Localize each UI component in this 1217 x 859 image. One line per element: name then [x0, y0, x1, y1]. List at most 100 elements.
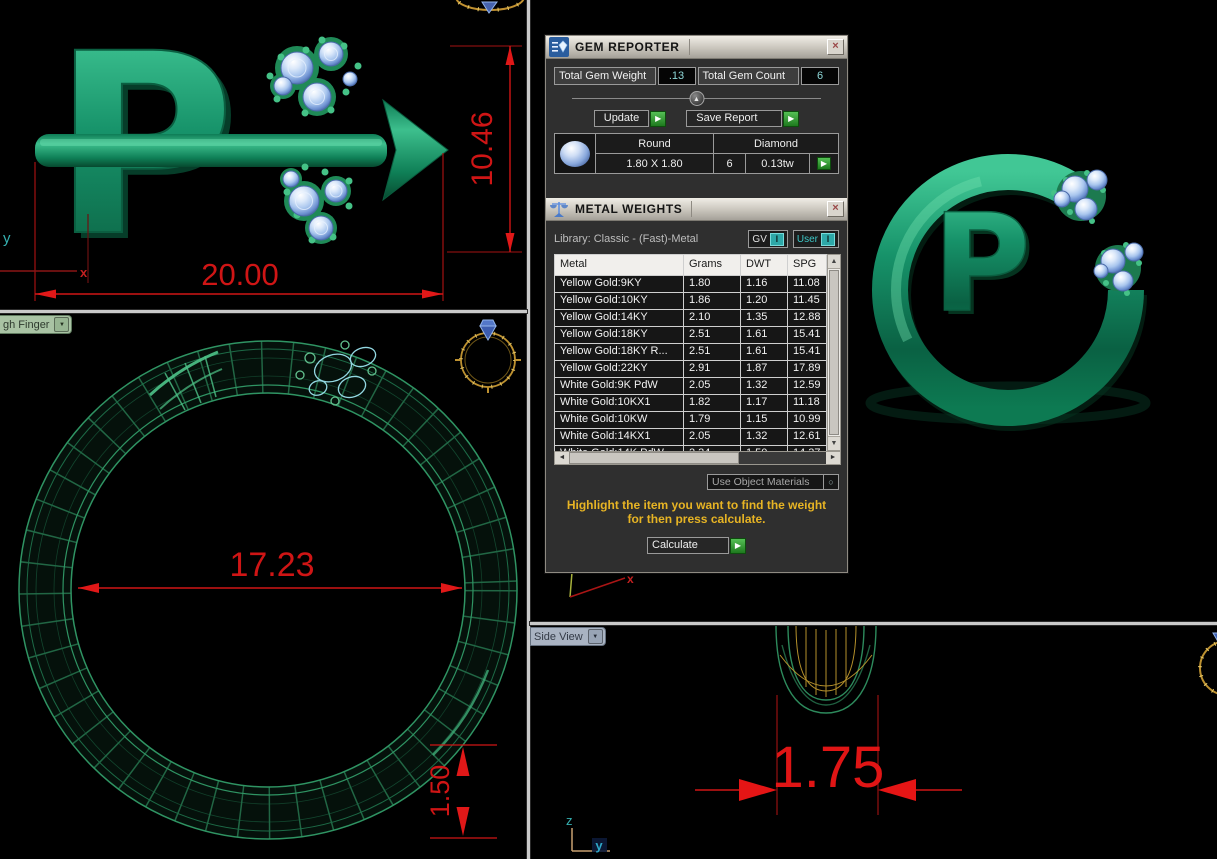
view-selector-through-finger[interactable]: gh Finger ▼ — [0, 315, 73, 334]
ring-render: P P — [865, 154, 1151, 431]
gv-toggle-button[interactable]: GV I — [748, 230, 788, 248]
calculate-button[interactable]: Calculate — [647, 537, 729, 554]
svg-text:x: x — [627, 572, 634, 586]
gem-summary-table: Round Diamond 1.80 X 1.80 6 0.13tw ▶ — [554, 133, 839, 174]
round-gem-icon — [560, 140, 590, 167]
gem-weight-cell: 0.13tw — [746, 154, 810, 173]
user-label: User — [796, 233, 818, 245]
collapse-row: ▲ — [554, 91, 839, 107]
svg-text:x: x — [80, 265, 88, 280]
axis-gizmo: z y — [566, 813, 610, 853]
calculate-run-icon[interactable]: ▶ — [730, 537, 746, 554]
view-selector-label: gh Finger — [3, 318, 50, 331]
metal-weights-icon — [549, 199, 569, 219]
dim-width-value: 20.00 — [201, 257, 279, 292]
metal-table: Metal Grams DWT SPG Yellow Gold:9KY 1.80 1… — [554, 254, 827, 463]
dim-side-width-value: 1.75 — [772, 735, 885, 800]
table-row[interactable]: White Gold:10KW 1.79 1.15 10.99 — [555, 411, 826, 428]
gem-reporter-buttons: Update ▶ Save Report ▶ — [554, 110, 839, 127]
scroll-down-icon[interactable]: ▼ — [828, 436, 840, 450]
instruction-line-1: Highlight the item you want to find the … — [566, 498, 827, 512]
view-selector-side-view[interactable]: Side View ▼ — [530, 627, 606, 646]
svg-text:P: P — [932, 185, 1031, 342]
vertical-scroll-thumb[interactable] — [829, 270, 839, 435]
scroll-right-icon[interactable]: ► — [826, 452, 840, 464]
table-row[interactable]: Yellow Gold:14KY 2.10 1.35 12.88 — [555, 309, 826, 326]
gv-indicator: I — [769, 232, 784, 246]
save-report-run-icon[interactable]: ▶ — [783, 110, 800, 127]
table-row[interactable]: Yellow Gold:22KY 2.91 1.87 17.89 — [555, 360, 826, 377]
gv-label: GV — [752, 233, 767, 245]
scroll-up-icon[interactable]: ▲ — [828, 255, 840, 269]
user-toggle-button[interactable]: User I — [792, 230, 839, 248]
gem-shape-header: Round — [596, 134, 714, 153]
dim-height-value: 10.46 — [466, 111, 499, 186]
scroll-left-icon[interactable]: ◄ — [555, 452, 569, 464]
header-grams: Grams — [684, 255, 741, 275]
dim-band-value: 1.50 — [425, 765, 455, 818]
total-gem-count-label: Total Gem Count — [697, 67, 799, 85]
horizontal-scroll-thumb[interactable] — [569, 452, 739, 464]
horizontal-scrollbar[interactable]: ◄ ► — [554, 451, 841, 465]
table-row[interactable]: White Gold:9K PdW 2.05 1.32 12.59 — [555, 377, 826, 394]
gem-reporter-titlebar[interactable]: GEM REPORTER × — [546, 36, 847, 59]
table-row[interactable]: Yellow Gold:18KY 2.51 1.61 15.41 — [555, 326, 826, 343]
use-object-materials-button[interactable]: Use Object Materials ○ — [707, 474, 839, 490]
table-row[interactable]: Yellow Gold:9KY 1.80 1.16 11.08 — [555, 275, 826, 292]
table-row[interactable]: White Gold:14KX1 2.05 1.32 12.61 — [555, 428, 826, 445]
gem-summary-grid: Round Diamond 1.80 X 1.80 6 0.13tw ▶ — [596, 134, 838, 173]
table-row[interactable]: Yellow Gold:18KY R... 2.51 1.61 15.41 — [555, 343, 826, 360]
gem-thumbnail[interactable] — [555, 134, 596, 173]
table-row[interactable]: Yellow Gold:10KY 1.86 1.20 11.45 — [555, 292, 826, 309]
collapse-panel-button[interactable]: ▲ — [689, 91, 704, 106]
gem-summary-row[interactable]: 1.80 X 1.80 6 0.13tw ▶ — [596, 154, 838, 173]
library-label: Library: Classic - (Fast)-Metal — [554, 233, 699, 245]
update-button[interactable]: Update — [593, 110, 650, 127]
calculate-row: Calculate ▶ — [554, 537, 839, 554]
metal-weights-titlebar[interactable]: METAL WEIGHTS × — [546, 198, 847, 221]
update-run-icon[interactable]: ▶ — [650, 110, 667, 127]
header-spg: SPG — [793, 258, 817, 270]
dimension-diameter: 17.23 — [78, 546, 462, 593]
save-report-button[interactable]: Save Report — [686, 110, 783, 127]
svg-text:z: z — [566, 813, 573, 828]
svg-text:y: y — [3, 230, 11, 247]
gem-row-action: ▶ — [810, 154, 838, 173]
gem-reporter-body: Total Gem Weight .13 Total Gem Count 6 ▲… — [546, 59, 847, 198]
viewport-divider-right[interactable] — [530, 622, 1217, 625]
viewport-divider-left[interactable] — [0, 310, 527, 313]
viewport-top-down[interactable]: P P 20.00 10.46 y x — [0, 0, 527, 310]
ring-size-icon-partial — [454, 0, 526, 14]
total-gem-count-value: 6 — [801, 67, 839, 85]
reporter-panel: GEM REPORTER × Total Gem Weight .13 Tota… — [545, 35, 848, 573]
vertical-scrollbar[interactable]: ▲ ▼ — [827, 254, 841, 451]
chevron-down-icon[interactable]: ▼ — [54, 317, 70, 332]
gem-row-run-icon[interactable]: ▶ — [817, 157, 831, 170]
viewport-through-finger[interactable]: 17.23 1.50 — [0, 313, 527, 859]
table-row[interactable]: White Gold:10KX1 1.82 1.17 11.18 — [555, 394, 826, 411]
user-indicator: I — [821, 232, 835, 246]
close-icon[interactable]: × — [827, 39, 844, 55]
close-icon[interactable]: × — [827, 201, 844, 217]
viewport-side[interactable]: 1.75 z y — [530, 625, 1217, 859]
instruction-text: Highlight the item you want to find the … — [554, 498, 839, 526]
use-object-materials-label: Use Object Materials — [712, 476, 810, 488]
dim-diameter-value: 17.23 — [229, 546, 314, 584]
total-gem-weight-label: Total Gem Weight — [554, 67, 656, 85]
application-window: P P 20.00 10.46 y x 17.23 1.50 P P x 1.7… — [0, 0, 1217, 859]
gem-type-header: Diamond — [753, 137, 799, 150]
gem-count-cell: 6 — [714, 154, 746, 173]
dimension-height: 10.46 — [447, 45, 522, 253]
chevron-down-icon[interactable]: ▼ — [587, 629, 603, 644]
header-metal: Metal — [555, 255, 684, 275]
ring-size-icon-partial — [1198, 632, 1217, 696]
gem-cluster-lower — [280, 163, 353, 244]
radio-toggle-icon[interactable]: ○ — [823, 475, 838, 489]
titlebar-spacer — [691, 201, 827, 217]
gem-reporter-title: GEM REPORTER — [575, 40, 680, 54]
gem-size-cell: 1.80 X 1.80 — [596, 154, 714, 173]
viewport-divider-vertical[interactable] — [527, 0, 530, 859]
horizontal-scroll-track[interactable] — [739, 452, 826, 464]
svg-text:y: y — [595, 838, 603, 853]
total-gem-weight-value: .13 — [657, 67, 696, 85]
